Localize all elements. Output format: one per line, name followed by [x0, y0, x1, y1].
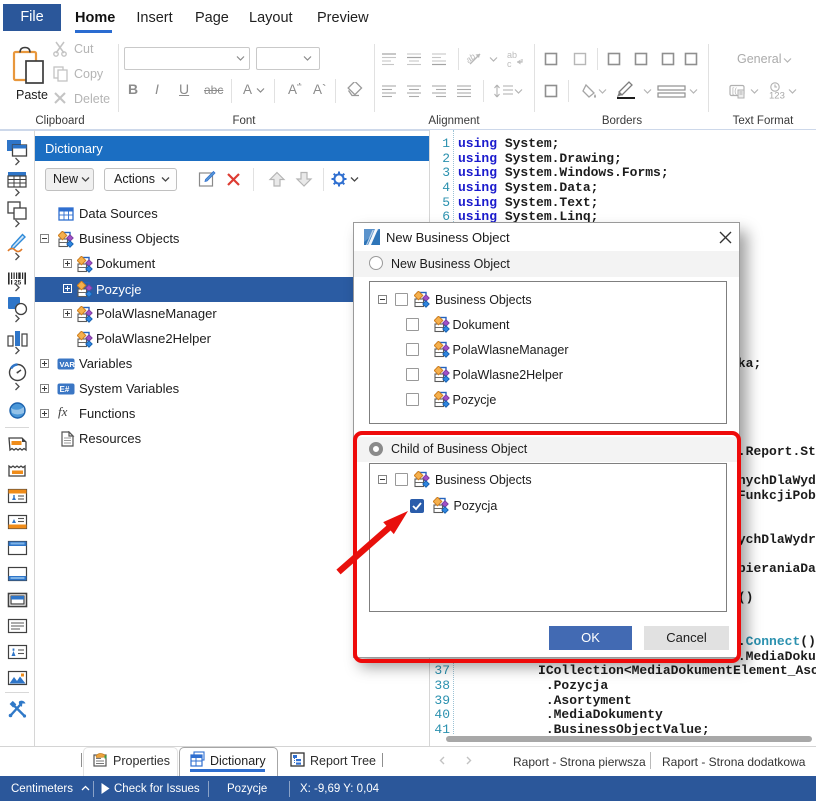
svg-text:ab: ab	[466, 51, 477, 65]
svg-text:c: c	[507, 59, 512, 69]
svg-text:[(: [(	[732, 87, 737, 96]
svg-text:VAR: VAR	[60, 360, 76, 369]
svg-text:E#: E#	[60, 385, 70, 394]
svg-text:123: 123	[769, 91, 785, 101]
